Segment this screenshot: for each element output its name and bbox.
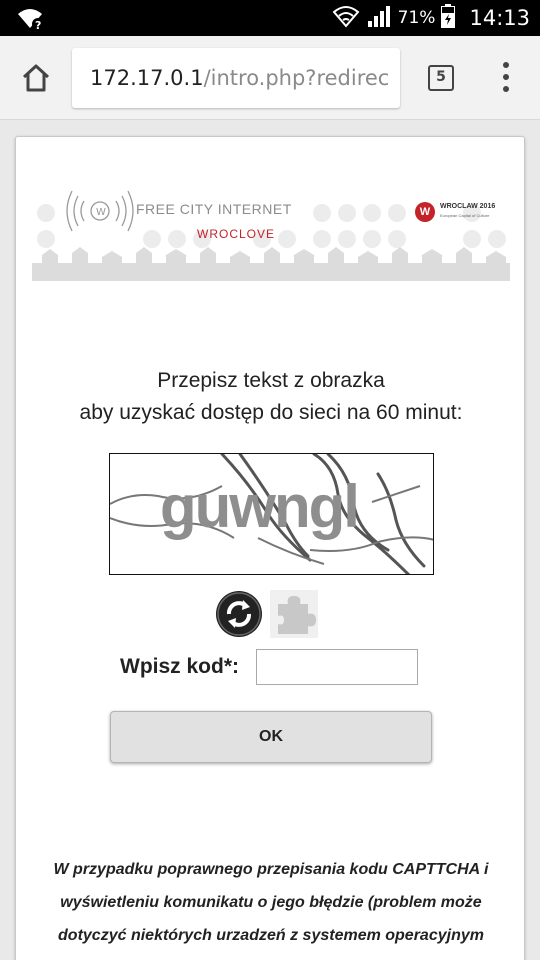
captcha-text: guwngl [160, 473, 360, 540]
url-host: 172.17.0.1 [90, 66, 204, 90]
battery-percent: 71% [397, 8, 436, 28]
banner-title: FREE CITY INTERNET [136, 201, 292, 217]
wroclaw-logo-icon: W [415, 202, 435, 222]
status-bar: ? 71% 14:13 [0, 0, 540, 36]
clock: 14:13 [469, 6, 530, 30]
instruction-line-2: aby uzyskać dostęp do sieci na 60 minut: [79, 401, 463, 424]
code-input[interactable] [256, 649, 418, 685]
home-icon[interactable] [18, 60, 54, 96]
battery-icon [441, 3, 456, 33]
tab-count: 5 [436, 69, 446, 85]
puzzle-icon[interactable] [270, 590, 318, 638]
captcha-image: guwngl [109, 453, 434, 575]
svg-text:?: ? [35, 19, 41, 30]
address-bar[interactable]: 172.17.0.1/intro.php?redirec [72, 48, 400, 108]
refresh-captcha-icon[interactable] [215, 590, 263, 638]
url-path: /intro.php?redirec [203, 66, 390, 90]
page-card: W FREE CITY INTERNET WROCLOVE W WROCLAW … [15, 136, 525, 960]
instruction-text: Przepisz tekst z obrazka aby uzyskać dos… [16, 365, 526, 429]
browser-toolbar: 172.17.0.1/intro.php?redirec 5 [0, 36, 540, 120]
wifi-icon [332, 4, 360, 33]
ok-button[interactable]: OK [110, 711, 432, 763]
partner-subtitle: European Capital of Culture [440, 213, 490, 218]
code-label: Wpisz kod*: [120, 655, 239, 678]
tabs-icon[interactable]: 5 [428, 65, 454, 91]
wifi-question-icon: ? [16, 6, 44, 35]
svg-text:W: W [96, 207, 106, 218]
banner-subtitle: WROCLOVE [197, 227, 276, 241]
instruction-line-1: Przepisz tekst z obrazka [157, 369, 385, 392]
partner-name: WROCLAW 2016 [440, 203, 496, 210]
banner: W FREE CITY INTERNET WROCLOVE W WROCLAW … [32, 183, 510, 283]
signal-icon [366, 4, 392, 33]
menu-icon[interactable] [496, 62, 516, 94]
info-note: W przypadku poprawnego przepisania kodu … [53, 861, 489, 944]
